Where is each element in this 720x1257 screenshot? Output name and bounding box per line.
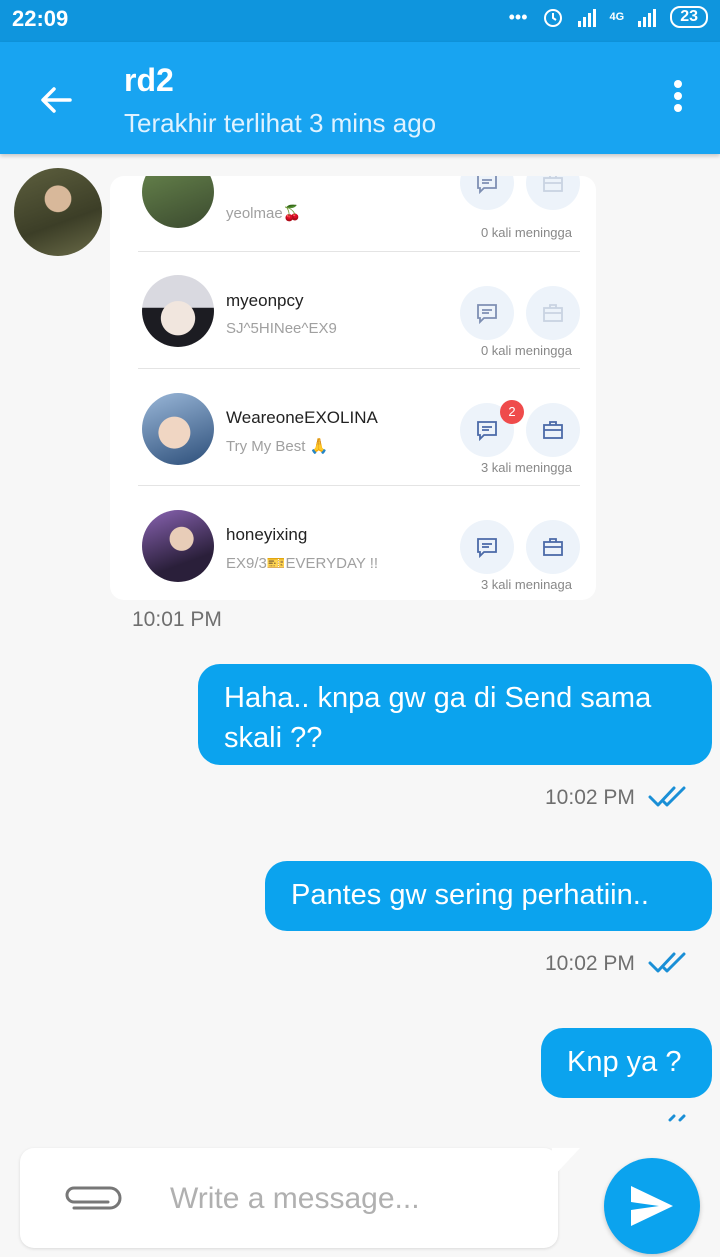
alarm-icon	[543, 9, 562, 27]
back-arrow-icon[interactable]	[36, 80, 76, 120]
briefcase-icon	[543, 176, 563, 192]
more-dots-icon: •••	[508, 6, 528, 27]
user-name: honeyixing	[226, 525, 308, 544]
message-icon	[477, 304, 497, 325]
user-meta: 3 kali meninaga	[480, 577, 572, 592]
list-item: honeyixing EX9/3🎫EVERYDAY !! 3 kali meni…	[138, 485, 580, 600]
network-type: 4G	[609, 11, 625, 23]
briefcase-icon-button	[526, 520, 580, 574]
message-icon	[477, 538, 497, 559]
briefcase-icon	[543, 421, 563, 439]
message-time: 10:01 PM	[132, 608, 222, 631]
briefcase-icon	[543, 538, 563, 556]
composer-tail	[552, 1148, 580, 1178]
status-icons: ••• 4G 23	[509, 6, 708, 28]
message-time: 10:02 PM	[545, 952, 635, 975]
chat-icon-button	[460, 520, 514, 574]
contact-avatar[interactable]	[14, 168, 102, 256]
chat-header: rd2 Terakhir terlihat 3 mins ago	[0, 42, 720, 154]
last-seen-status: Terakhir terlihat 3 mins ago	[124, 108, 437, 138]
send-button[interactable]	[604, 1158, 700, 1254]
signal-icon-2	[638, 7, 657, 27]
briefcase-icon-button	[526, 286, 580, 340]
briefcase-icon-button	[526, 176, 580, 210]
message-composer	[20, 1148, 558, 1248]
signal-icon	[577, 7, 596, 27]
chat-icon-button	[460, 176, 514, 210]
message-input[interactable]	[168, 1178, 542, 1220]
user-name: WeareoneEXOLINA	[226, 408, 378, 427]
unread-badge: 2	[500, 400, 524, 424]
list-item: myeonpcy SJ^5HINee^EX9 0 kali meningga	[138, 251, 580, 369]
double-check-icon	[668, 1114, 686, 1122]
user-bio: Try My Best 🙏	[226, 438, 329, 455]
user-avatar	[142, 176, 214, 228]
battery-icon: 23	[670, 6, 708, 28]
user-name: myeonpcy	[226, 291, 304, 310]
message-icon	[477, 421, 497, 442]
user-meta: 0 kali meningga	[480, 225, 572, 240]
chat-title[interactable]: rd2	[124, 62, 174, 99]
outgoing-message[interactable]: Pantes gw sering perhatiin..	[265, 861, 712, 931]
user-meta: 0 kali meningga	[480, 343, 572, 358]
briefcase-icon-button	[526, 403, 580, 457]
send-icon	[631, 1186, 673, 1226]
outgoing-message[interactable]: Haha.. knpa gw ga di Send sama skali ??	[198, 664, 712, 765]
outgoing-message[interactable]: Knp ya ?	[541, 1028, 712, 1098]
user-bio: EX9/3🎫EVERYDAY !!	[226, 555, 379, 572]
list-item: WeareoneEXOLINA Try My Best 🙏 2 3 kali m…	[138, 368, 580, 486]
user-bio: SJ^5HINee^EX9	[226, 320, 337, 337]
user-meta: 3 kali meningga	[480, 460, 572, 475]
user-bio: yeolmae🍒	[226, 205, 302, 222]
user-avatar	[142, 510, 214, 582]
attach-paperclip-icon[interactable]	[60, 1182, 126, 1214]
list-item: yeolmae🍒 0 kali meningga	[138, 176, 580, 252]
more-menu-icon[interactable]	[668, 80, 688, 120]
double-check-icon	[648, 952, 686, 973]
briefcase-icon	[543, 304, 563, 322]
double-check-icon	[648, 786, 686, 807]
status-time: 22:09	[12, 6, 69, 31]
chat-icon-button	[460, 286, 514, 340]
user-avatar	[142, 275, 214, 347]
message-icon	[477, 176, 497, 195]
user-avatar	[142, 393, 214, 465]
shared-image-card[interactable]: yeolmae🍒 0 kali meningga myeonpcy SJ^5HI…	[110, 176, 596, 600]
message-time: 10:02 PM	[545, 786, 635, 809]
status-bar: 22:09 ••• 4G 23	[0, 0, 720, 42]
